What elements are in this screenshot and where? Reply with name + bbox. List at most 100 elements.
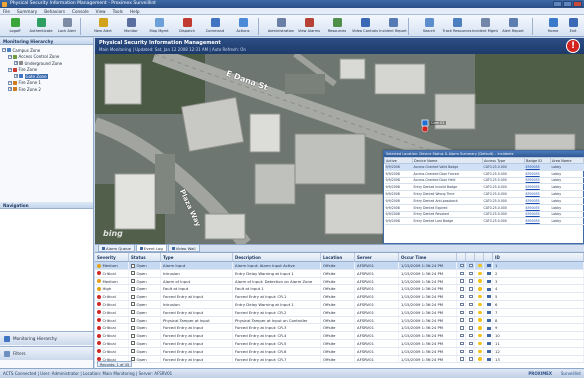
alarm-cell-ack[interactable] (457, 293, 466, 300)
alarm-cell-email[interactable] (484, 262, 493, 269)
checkbox-icon[interactable] (460, 294, 464, 299)
alarm-row[interactable]: Critical Open Forced Entry at Input Forced … (95, 347, 584, 356)
alarm-cell-email[interactable] (484, 324, 493, 332)
alarm-cell-email[interactable] (484, 355, 493, 363)
menu-item-tools[interactable]: Tools (113, 9, 123, 14)
alarm-cell-ack[interactable] (457, 355, 466, 363)
popup-row[interactable]: 9/9/2008 Entry Denied Anti-passback CAT0.2… (384, 197, 584, 205)
alarm-cell-ack[interactable] (457, 269, 466, 277)
collapse-icon[interactable]: − (8, 80, 12, 85)
alarm-cell-flag[interactable] (466, 285, 475, 293)
popup-cell-badge[interactable]: 8390055 (524, 170, 551, 178)
menu-item-view[interactable]: View (96, 9, 106, 14)
alarm-cell-light[interactable] (475, 332, 484, 339)
grid-column-header[interactable]: Type (161, 253, 233, 261)
alarm-cell-flag[interactable] (466, 355, 475, 363)
popup-cell-badge[interactable]: 8390055 (524, 183, 551, 192)
alarm-cell-email[interactable] (484, 332, 493, 339)
alarm-cell-flag[interactable] (466, 300, 475, 308)
menu-item-console[interactable]: Console (72, 9, 89, 14)
toolbar-button-logoff[interactable]: Logoff (2, 17, 28, 36)
alarm-cell-email[interactable] (484, 285, 493, 293)
alarm-cell-light[interactable] (475, 269, 484, 277)
menu-item-behaviors[interactable]: Behaviors (44, 9, 65, 14)
alarm-row[interactable]: Medium Open Alarm of Input Alarm of Input: … (95, 277, 584, 286)
toolbar-button-incident-report[interactable]: Incident Report (379, 17, 407, 36)
grid-column-header[interactable]: Status (129, 253, 161, 261)
grid-column-header[interactable] (475, 253, 484, 261)
checkbox-icon[interactable] (460, 326, 464, 330)
popup-row[interactable]: 9/9/2008 Entry Denied Lost Badge CAT0.25.0… (384, 217, 584, 226)
toolbar-button-new-alert[interactable]: New Alert (90, 17, 116, 36)
toolbar-button-track-resources[interactable]: Track Resources (443, 17, 471, 36)
toolbar-button-incident-mgmt[interactable]: Incident Mgmt (472, 17, 498, 36)
toolbar-button-search[interactable]: Search (416, 17, 442, 36)
alarm-cell-email[interactable] (484, 277, 493, 285)
checkbox-icon[interactable] (460, 263, 464, 268)
checkbox-icon[interactable] (469, 326, 473, 330)
alarm-cell-ack[interactable] (457, 308, 466, 316)
checkbox-icon[interactable] (460, 341, 464, 346)
alarm-cell-light[interactable] (475, 324, 484, 332)
alarm-row[interactable]: Critical Open Forced Entry at Input Forced … (95, 293, 584, 301)
popup-row[interactable]: 9/9/2008 Entry Denied Wrong Time CAT0.25.0… (384, 190, 584, 198)
alarm-cell-email[interactable] (484, 308, 493, 316)
menu-item-help[interactable]: Help (130, 9, 140, 14)
expand-icon[interactable]: + (8, 87, 12, 92)
collapse-icon[interactable]: − (8, 54, 12, 59)
menu-item-summary[interactable]: Summary (17, 9, 37, 14)
checkbox-icon[interactable] (460, 302, 464, 307)
alarm-cell-flag[interactable] (466, 269, 475, 277)
alarm-cell-light[interactable] (475, 300, 484, 308)
checkbox-icon[interactable] (469, 294, 473, 299)
alarm-cell-ack[interactable] (457, 339, 466, 347)
popup-cell-badge[interactable]: 8390055 (524, 211, 551, 219)
alarm-row[interactable]: Critical Open Physical Tamper at Input Phys… (95, 316, 584, 325)
alarm-cell-flag[interactable] (466, 277, 475, 285)
nav-button-monitoring-hierarchy[interactable]: Monitoring Hierarchy (0, 331, 93, 345)
toolbar-button-authenticate[interactable]: Authenticate (28, 17, 54, 36)
alarm-cell-flag[interactable] (466, 339, 475, 347)
nav-button-filters[interactable]: Filters (0, 346, 93, 360)
grid-column-header[interactable]: ID (493, 253, 584, 261)
alarm-cell-ack[interactable] (457, 262, 466, 269)
checkbox-icon[interactable] (460, 287, 464, 291)
device-status-popup[interactable]: Selected Location: Device Status & Alarm… (383, 150, 584, 244)
checkbox-icon[interactable] (469, 271, 473, 276)
alarm-row[interactable]: Critical Open Intrusion Entry Delay Warning… (95, 300, 584, 309)
popup-cell-badge[interactable]: 8390055 (524, 217, 551, 226)
checkbox-icon[interactable] (460, 333, 464, 338)
alarm-cell-email[interactable] (484, 339, 493, 347)
camera-label[interactable]: Cam 01 (430, 121, 446, 125)
checkbox-icon[interactable] (460, 279, 464, 283)
alarm-cell-light[interactable] (475, 285, 484, 293)
alarm-row[interactable]: Critical Open Forced Entry at Input Forced … (95, 308, 584, 317)
popup-cell-badge[interactable]: 8390055 (524, 163, 551, 171)
alarm-row[interactable]: Critical Open Forced Entry at Input Forced … (95, 339, 584, 348)
expand-icon[interactable]: + (14, 74, 18, 79)
toolbar-button-lock-alert[interactable]: Lock Alert (54, 17, 80, 36)
grid-column-header[interactable]: Severity (95, 253, 129, 261)
alarm-row[interactable]: Critical Open Forced Entry at Input Forced … (95, 332, 584, 340)
popup-cell-badge[interactable]: 8390055 (524, 177, 551, 185)
alarm-cell-ack[interactable] (457, 277, 466, 285)
grid-column-header[interactable]: Occur Time (399, 253, 457, 261)
minimize-button[interactable] (553, 1, 562, 7)
alarm-cell-flag[interactable] (466, 308, 475, 316)
checkbox-icon[interactable] (469, 357, 473, 361)
popup-row[interactable]: 9/9/2008 Entry Denied Invalid Badge CAT0.2… (384, 183, 584, 192)
alarm-row[interactable]: High Open Fault at Input Fault at Input 1 Of… (95, 285, 584, 294)
alarm-cell-ack[interactable] (457, 332, 466, 339)
checkbox-icon[interactable] (469, 279, 473, 283)
toolbar-button-resources[interactable]: Resources (324, 17, 350, 36)
alarm-cell-light[interactable] (475, 347, 484, 355)
checkbox-icon[interactable] (469, 287, 473, 291)
popup-cell-badge[interactable]: 8390055 (524, 190, 551, 198)
alert-icon[interactable]: ! (566, 39, 580, 53)
toolbar-button-alert-report[interactable]: Alert Report (500, 17, 526, 36)
tree-node[interactable]: + Fire Zone 2 (2, 86, 91, 93)
alarm-cell-ack[interactable] (457, 300, 466, 308)
grid-column-header[interactable]: Description (233, 253, 321, 261)
alarm-cell-flag[interactable] (466, 316, 475, 324)
checkbox-icon[interactable] (460, 349, 464, 354)
